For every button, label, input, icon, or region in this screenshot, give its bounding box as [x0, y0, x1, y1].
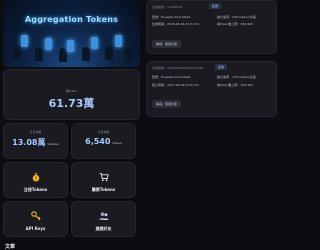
- order-card[interactable]: 訂單編號：12345678 生效 型號：Huawei/cloud MaaS 讓分…: [146, 0, 277, 54]
- order-quota: 讓分速率：100 tokens/分鐘: [217, 15, 256, 19]
- stat-value: 6,540 times: [85, 137, 122, 146]
- order-action-button[interactable]: 購買；使用訂單: [152, 40, 182, 48]
- stat-card-requests: 今日請求 6,540 times: [71, 123, 136, 159]
- crowd-figure: [82, 47, 90, 61]
- phone-illustration: [67, 40, 74, 52]
- balance-card: 總Token 61.73萬: [3, 69, 140, 120]
- register-tokens-button[interactable]: $ 注冊Tokens: [3, 162, 68, 198]
- money-bag-icon: $: [32, 173, 40, 182]
- action-label: 注冊Tokens: [23, 187, 48, 192]
- order-model: 型號：Huawei/cloud MaaS: [152, 75, 191, 79]
- status-badge: 生效: [215, 64, 228, 70]
- stat-value: 13.08萬 tokens: [12, 138, 59, 147]
- cart-icon: [99, 173, 109, 182]
- order-action-button[interactable]: 購買；使用訂單: [152, 100, 182, 108]
- order-number: 訂單編號：12345678: [152, 5, 183, 9]
- crowd-figure: [59, 48, 67, 62]
- order-model: 型號：Huawei/cloud MaaS: [152, 15, 191, 19]
- stat-card-consumption: 今日消耗 13.08萬 tokens: [3, 123, 68, 159]
- status-badge: 生效: [209, 3, 222, 9]
- order-number: 訂單編號：2024050600000123456: [152, 66, 204, 70]
- action-label: 邀請好友: [95, 226, 112, 231]
- action-label: 購買Tokens: [91, 187, 116, 192]
- order-token-limit: 總Token數上限：303,309: [217, 83, 253, 87]
- invite-friends-button[interactable]: 邀請好友: [71, 201, 136, 237]
- stat-unit: times: [112, 141, 122, 145]
- order-quota: 讓分速率：100 tokens/分鐘: [217, 75, 256, 79]
- phone-illustration: [91, 37, 98, 49]
- promo-banner[interactable]: Aggregation Tokens: [3, 0, 140, 67]
- phone-illustration: [45, 38, 52, 50]
- phone-illustration: [21, 35, 28, 47]
- banner-title: Aggregation Tokens: [24, 15, 119, 24]
- order-end-time: 截止時間：2027-05-06 03:01:31: [152, 83, 199, 87]
- crowd-figure: [35, 47, 43, 61]
- balance-value: 61.73萬: [48, 97, 95, 110]
- svg-text:$: $: [35, 176, 38, 181]
- buy-tokens-button[interactable]: 購買Tokens: [71, 162, 136, 198]
- stat-label: 今日請求: [97, 130, 110, 134]
- api-keys-button[interactable]: API Keys: [3, 201, 68, 237]
- crowd-figure: [125, 48, 133, 62]
- order-start-time: 生效時間：2026-05-06 03:01:31: [152, 22, 199, 26]
- phone-illustration: [115, 35, 122, 47]
- order-card[interactable]: 訂單編號：2024050600000123456 生效 型號：Huawei/cl…: [146, 61, 277, 117]
- balance-label: 總Token: [65, 89, 78, 93]
- stat-label: 今日消耗: [29, 130, 42, 134]
- articles-section-title: 文章: [5, 244, 16, 250]
- key-icon: [31, 211, 41, 221]
- friends-icon: [99, 212, 109, 220]
- order-token-limit: 總Token數上限：382,900: [217, 22, 253, 26]
- action-label: API Keys: [25, 226, 46, 231]
- crowd-figure: [13, 45, 21, 59]
- crowd-figure: [105, 46, 113, 60]
- stat-unit: tokens: [47, 142, 59, 146]
